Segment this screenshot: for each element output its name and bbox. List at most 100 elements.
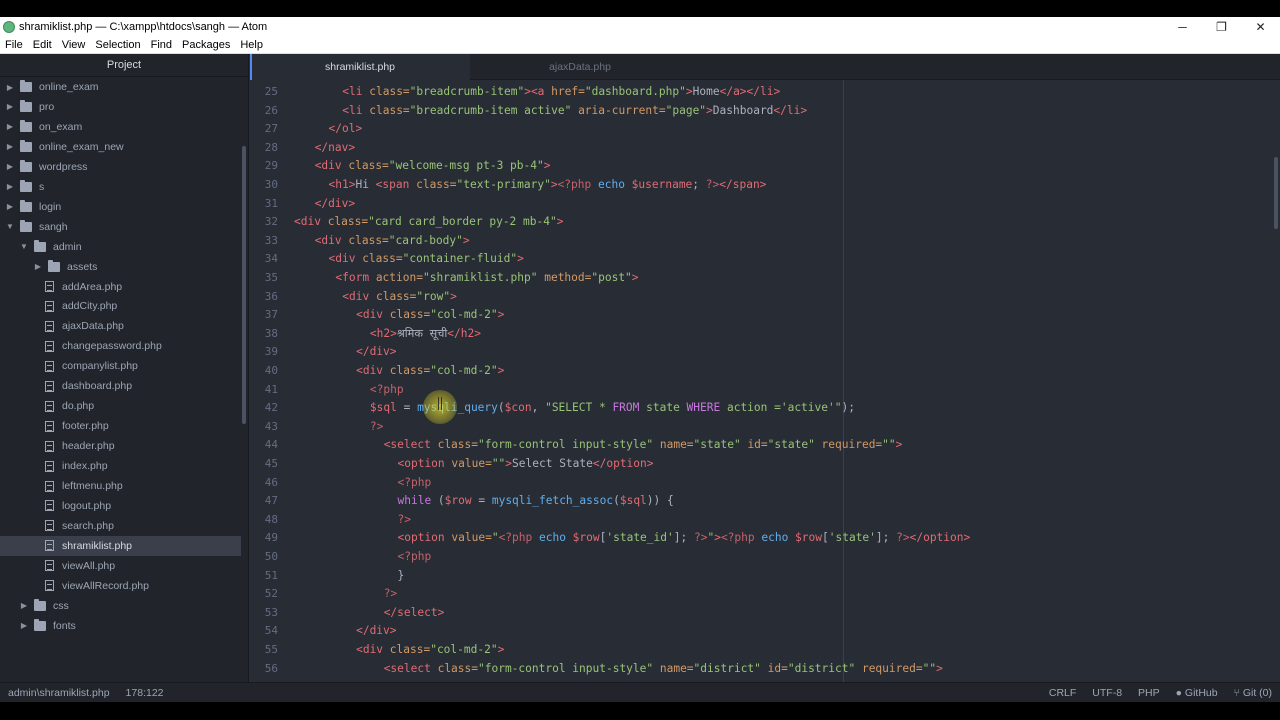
tree-file[interactable]: leftmenu.php (0, 476, 241, 496)
line-number: 32 (264, 215, 278, 229)
code-token: class= (320, 215, 369, 229)
code-token: "state" (693, 438, 741, 452)
folder-icon (20, 119, 32, 132)
status-encoding[interactable]: UTF-8 (1092, 683, 1122, 703)
tree-file[interactable]: viewAllRecord.php (0, 576, 241, 596)
tree-file[interactable]: dashboard.php (0, 376, 241, 396)
status-cursor-position[interactable]: 178:122 (126, 683, 164, 703)
status-grammar[interactable]: PHP (1138, 683, 1160, 703)
code-token: ( (613, 494, 620, 508)
tree-file[interactable]: search.php (0, 516, 241, 536)
tree-file[interactable]: index.php (0, 456, 241, 476)
menu-file[interactable]: File (0, 39, 28, 51)
menu-find[interactable]: Find (146, 39, 177, 51)
chevron-right-icon: ▶ (6, 122, 14, 132)
code-line: ?> (398, 511, 411, 530)
tree-folder[interactable]: ▶ login (0, 197, 241, 217)
code-token: class= (430, 661, 478, 675)
file-icon (45, 500, 54, 512)
tree-folder[interactable]: ▶ assets (0, 257, 241, 277)
tree-item-label: index.php (62, 460, 108, 473)
code-token: class= (383, 643, 431, 656)
tree-file[interactable]: changepassword.php (0, 336, 241, 356)
status-github[interactable]: ● GitHub (1176, 683, 1218, 703)
menu-edit[interactable]: Edit (28, 39, 57, 51)
close-button[interactable]: ✕ (1241, 17, 1280, 36)
status-line-ending[interactable]: CRLF (1049, 683, 1076, 703)
tree-folder[interactable]: ▶ online_exam_new (0, 137, 241, 157)
menu-packages[interactable]: Packages (177, 39, 235, 51)
line-number: 42 (264, 401, 278, 415)
file-icon (45, 540, 54, 552)
tree-item-label: search.php (62, 519, 114, 532)
minimize-button[interactable]: ─ (1163, 17, 1202, 36)
tab-shramiklist[interactable]: shramiklist.php (250, 54, 470, 80)
tree-folder[interactable]: ▶ pro (0, 97, 241, 117)
status-git[interactable]: ⑂ Git (0) (1234, 683, 1272, 703)
tree-file[interactable]: shramiklist.php (0, 535, 241, 556)
code-token: ( (431, 494, 445, 508)
file-icon (45, 420, 54, 432)
code-token: <a (530, 85, 545, 98)
menu-view[interactable]: View (57, 39, 91, 51)
menu-help[interactable]: Help (235, 39, 268, 51)
code-token: > (714, 531, 721, 545)
tree-file[interactable]: addArea.php (0, 277, 241, 297)
code-token: > (517, 252, 524, 266)
code-token: class= (369, 289, 417, 303)
tree-file[interactable]: companylist.php (0, 356, 241, 376)
sidebar-scrollbar[interactable] (242, 146, 246, 424)
text-cursor-icon (438, 397, 442, 410)
code-line: <h2>श्रमिक सूची</h2> (370, 325, 481, 344)
code-token: value= (444, 457, 492, 470)
status-file-path[interactable]: admin\shramiklist.php (8, 683, 110, 703)
code-token: ); (841, 401, 855, 415)
github-icon: ● (1175, 687, 1182, 699)
tree-file[interactable]: logout.php (0, 496, 241, 516)
code-token: href= (544, 85, 585, 98)
tree-folder[interactable]: ▼ sangh (0, 217, 241, 237)
code-line: <select class="form-control input-style"… (384, 436, 903, 455)
tree-folder[interactable]: ▶ online_exam (0, 77, 241, 97)
menu-selection[interactable]: Selection (90, 39, 145, 51)
letterbox-top (0, 0, 1280, 17)
code-token: > (543, 159, 551, 173)
tree-folder[interactable]: ▶ on_exam (0, 117, 241, 137)
tree-item-label: changepassword.php (62, 340, 162, 353)
tree-file[interactable]: header.php (0, 436, 241, 456)
line-number: 40 (264, 364, 278, 377)
code-token: <?php (397, 475, 432, 489)
code-token: </div> (356, 345, 397, 359)
tree-file[interactable]: addCity.php (0, 296, 241, 316)
tree-item-label: dashboard.php (62, 380, 133, 393)
chevron-right-icon: ▶ (6, 82, 14, 92)
line-number: 25 (264, 85, 278, 98)
code-token: "container-fluid" (402, 252, 518, 266)
code-line: <form action="shramiklist.php" method="p… (335, 269, 638, 288)
line-number: 56 (264, 661, 278, 675)
file-icon (45, 400, 54, 412)
code-line: <div class="col-md-2"> (356, 362, 504, 381)
tree-file[interactable]: viewAll.php (0, 556, 241, 576)
tab-ajaxdata[interactable]: ajaxData.php (470, 54, 690, 80)
code-line: <div class="container-fluid"> (329, 250, 524, 269)
line-number: 41 (264, 382, 278, 396)
tree-folder[interactable]: ▶ css (0, 596, 241, 616)
tree-folder[interactable]: ▶ s (0, 177, 241, 197)
tree-folder[interactable]: ▼ admin (0, 237, 241, 257)
tree-folder[interactable]: ▶ fonts (0, 616, 241, 636)
tree-file[interactable]: ajaxData.php (0, 316, 241, 336)
tree-folder[interactable]: ▶ wordpress (0, 157, 241, 177)
chevron-right-icon: ▶ (6, 142, 14, 152)
code-line: <div class="row"> (342, 288, 457, 307)
code-token: > (936, 661, 943, 675)
code-line: <?php (370, 381, 404, 400)
tree-file[interactable]: footer.php (0, 416, 241, 436)
tree-item-label: ajaxData.php (62, 320, 124, 333)
tree-file[interactable]: do.php (0, 396, 241, 416)
restore-button[interactable]: ❐ (1202, 17, 1241, 36)
git-branch-icon: ⑂ (1233, 687, 1240, 699)
code-token: </ol> (328, 122, 363, 136)
editor-vertical-scrollbar[interactable] (1274, 157, 1278, 229)
code-line: <?php (398, 474, 432, 493)
